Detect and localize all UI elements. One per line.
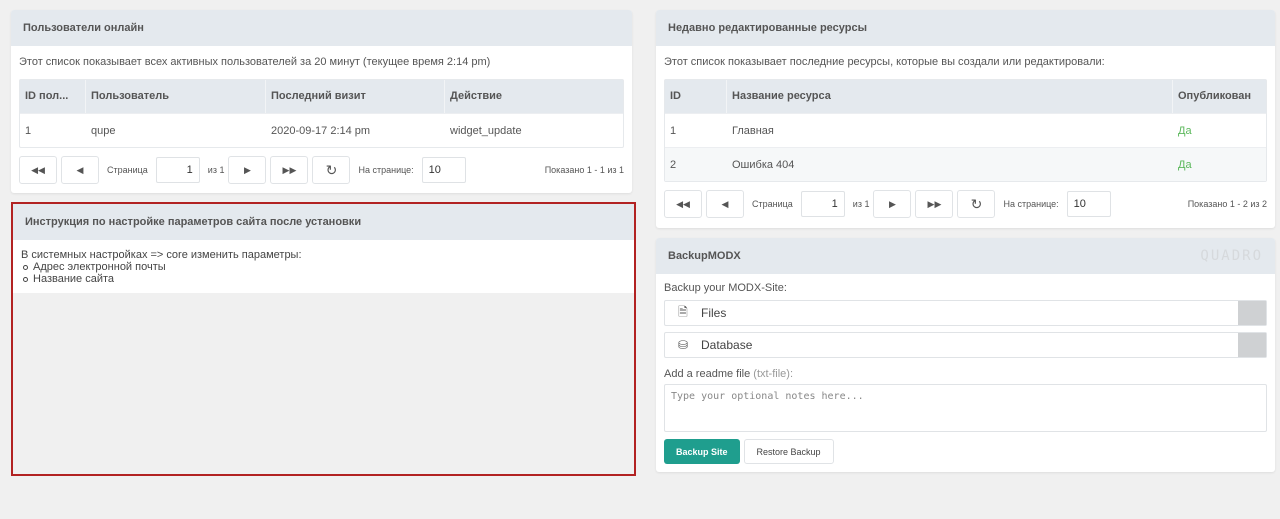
file-archive-icon: 🗎 <box>678 304 688 319</box>
double-right-icon: ▶▶ <box>282 164 297 175</box>
page-of-label: из 1 <box>852 199 870 209</box>
files-label: Files <box>701 306 727 320</box>
last-page-button[interactable]: ▶▶ <box>270 156 309 184</box>
page-label: Страница <box>107 165 148 175</box>
column-published[interactable]: Опубликован <box>1173 80 1266 113</box>
cell-published: Да <box>1178 125 1192 137</box>
recent-resources-panel: Недавно редактированные ресурсы Этот спи… <box>656 10 1275 228</box>
prev-page-button[interactable]: ◀ <box>706 190 744 218</box>
double-right-icon: ▶▶ <box>927 198 942 209</box>
page-of-label: из 1 <box>207 165 225 175</box>
cell-name: Ошибка 404 <box>732 159 795 171</box>
recent-resources-grid-header: ID Название ресурса Опубликован <box>665 80 1266 113</box>
pager-info: Показано 1 - 1 из 1 <box>544 165 624 175</box>
per-page-label: На странице: <box>1003 199 1059 209</box>
double-left-icon: ◀◀ <box>31 164 45 175</box>
per-page-label: На странице: <box>358 165 414 175</box>
double-left-icon: ◀◀ <box>676 198 690 209</box>
table-row[interactable]: 2 Ошибка 404 Да <box>665 147 1266 181</box>
column-action[interactable]: Действие <box>445 80 623 113</box>
refresh-icon: ↻ <box>325 161 338 178</box>
column-name[interactable]: Название ресурса <box>727 80 1173 113</box>
restore-backup-button[interactable]: Restore Backup <box>743 439 834 464</box>
table-row[interactable]: 1 Главная Да <box>665 113 1266 147</box>
table-row[interactable]: 1 qupe 2020-09-17 2:14 pm widget_update <box>20 113 623 147</box>
next-page-button[interactable]: ▶ <box>228 156 267 184</box>
column-user[interactable]: Пользователь <box>86 80 266 113</box>
page-input[interactable]: 1 <box>800 191 845 217</box>
instructions-panel: Инструкция по настройке параметров сайта… <box>13 204 634 293</box>
cell-action: widget_update <box>450 125 522 137</box>
database-checkbox-row[interactable]: ⛁ Database <box>664 332 1267 358</box>
refresh-icon: ↻ <box>970 195 983 212</box>
first-page-button[interactable]: ◀◀ <box>664 190 702 218</box>
backup-panel: BackupMODX QUADRO Backup your MODX-Site:… <box>656 238 1275 472</box>
list-item: Название сайта <box>21 273 626 285</box>
cell-id: 1 <box>670 125 677 137</box>
backup-subtitle: Backup your MODX-Site: <box>664 282 787 294</box>
right-icon: ▶ <box>244 164 251 175</box>
refresh-button[interactable]: ↻ <box>957 190 996 218</box>
files-toggle[interactable] <box>1238 301 1266 325</box>
left-icon: ◀ <box>76 164 84 175</box>
backup-site-button[interactable]: Backup Site <box>664 439 740 464</box>
prev-page-button[interactable]: ◀ <box>61 156 99 184</box>
database-icon: ⛁ <box>677 338 689 352</box>
files-checkbox-row[interactable]: 🗎 Files <box>664 300 1267 326</box>
cell-name: Главная <box>732 125 774 137</box>
refresh-button[interactable]: ↻ <box>312 156 351 184</box>
page-input[interactable]: 1 <box>155 157 200 183</box>
online-users-panel: Пользователи онлайн Этот список показыва… <box>11 10 632 193</box>
online-users-pager: ◀◀ ◀ Страница 1 из 1 ▶ ▶▶ ↻ На странице:… <box>11 148 632 192</box>
readme-label: Add a readme file <box>664 368 751 380</box>
column-id[interactable]: ID пол... <box>20 80 86 113</box>
per-page-input[interactable]: 10 <box>421 157 466 183</box>
quadro-logo: QUADRO <box>1200 248 1263 264</box>
online-users-grid-header: ID пол... Пользователь Последний визит Д… <box>20 80 623 113</box>
cell-id: 2 <box>670 159 677 171</box>
first-page-button[interactable]: ◀◀ <box>19 156 57 184</box>
next-page-button[interactable]: ▶ <box>873 190 912 218</box>
right-icon: ▶ <box>889 198 896 209</box>
readme-label-row: Add a readme file (txt-file): <box>664 368 1267 380</box>
backup-title: BackupMODX <box>656 238 1275 274</box>
cell-published: Да <box>1178 159 1192 171</box>
database-toggle[interactable] <box>1238 333 1266 357</box>
column-id[interactable]: ID <box>665 80 727 113</box>
page-label: Страница <box>752 199 793 209</box>
pager-info: Показано 1 - 2 из 2 <box>1187 199 1267 209</box>
online-users-description: Этот список показывает всех активных пол… <box>19 56 491 68</box>
instructions-highlight: Инструкция по настройке параметров сайта… <box>11 202 636 476</box>
column-last-visit[interactable]: Последний визит <box>266 80 445 113</box>
cell-id: 1 <box>25 125 32 137</box>
instructions-intro: В системных настройках => core изменить … <box>21 249 302 261</box>
cell-last-visit: 2020-09-17 2:14 pm <box>271 125 371 137</box>
recent-resources-title: Недавно редактированные ресурсы <box>656 10 1275 46</box>
last-page-button[interactable]: ▶▶ <box>915 190 954 218</box>
online-users-grid: ID пол... Пользователь Последний визит Д… <box>19 79 624 148</box>
instructions-list: Адрес электронной почты Название сайта <box>21 261 626 285</box>
recent-resources-grid: ID Название ресурса Опубликован 1 Главна… <box>664 79 1267 182</box>
recent-resources-pager: ◀◀ ◀ Страница 1 из 1 ▶ ▶▶ ↻ На странице:… <box>656 182 1275 226</box>
instructions-title: Инструкция по настройке параметров сайта… <box>13 204 634 240</box>
readme-textarea[interactable] <box>664 384 1267 432</box>
left-icon: ◀ <box>721 198 729 209</box>
database-label: Database <box>701 338 753 352</box>
online-users-title: Пользователи онлайн <box>11 10 632 46</box>
readme-note: (txt-file): <box>753 368 794 380</box>
recent-resources-description: Этот список показывает последние ресурсы… <box>664 56 1105 68</box>
per-page-input[interactable]: 10 <box>1066 191 1111 217</box>
list-item: Адрес электронной почты <box>21 261 626 273</box>
cell-user: qupe <box>91 125 116 137</box>
